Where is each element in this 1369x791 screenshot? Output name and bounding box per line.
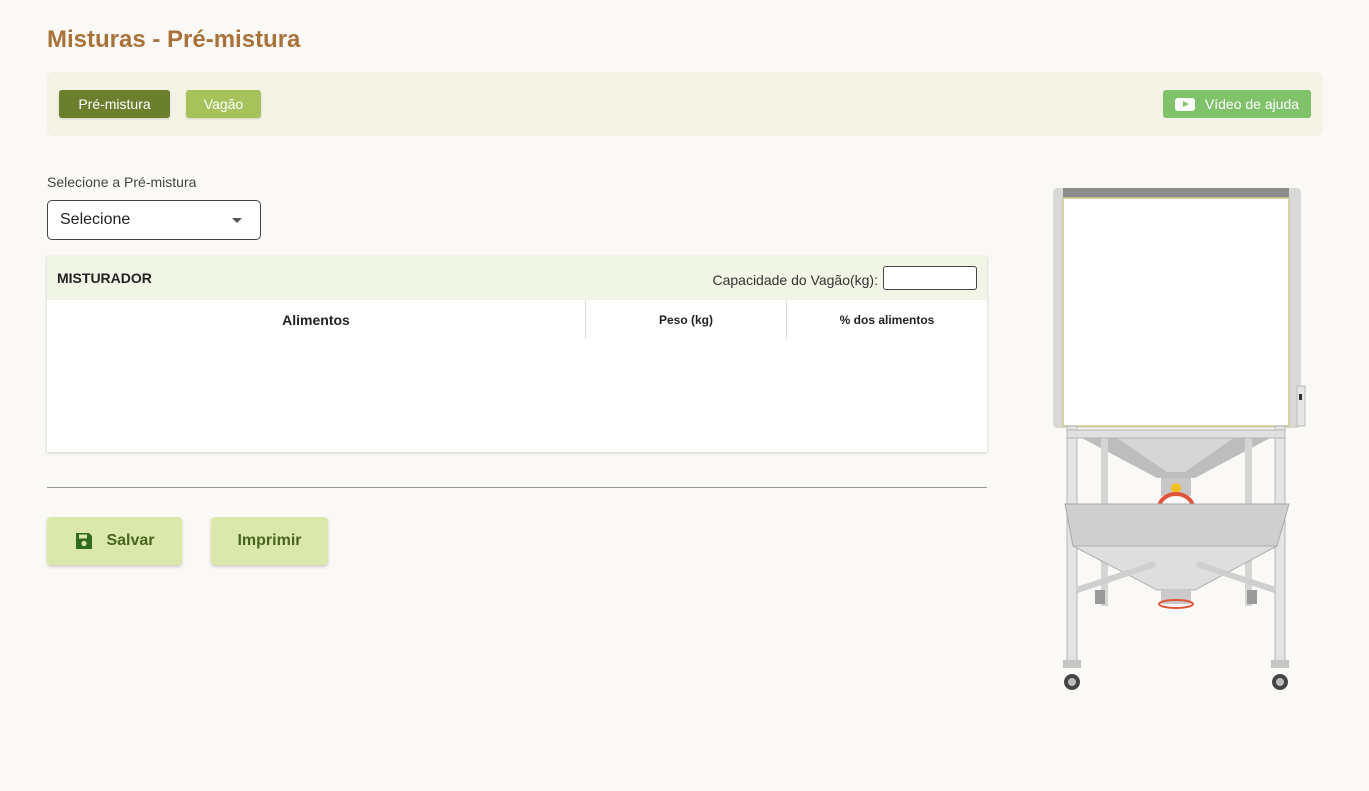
tab-bar: Pré-mistura Vagão Vídeo de ajuda [47,72,1323,136]
premix-select-label: Selecione a Pré-mistura [47,174,197,190]
mixer-title: MISTURADOR [57,270,152,286]
column-header-percentual: % dos alimentos [786,300,987,339]
tab-pre-mistura[interactable]: Pré-mistura [59,90,170,118]
capacity-label: Capacidade do Vagão(kg): [712,272,878,288]
print-button-label: Imprimir [237,532,302,549]
column-header-peso: Peso (kg) [585,300,786,339]
help-video-label: Vídeo de ajuda [1204,96,1300,112]
page-title: Misturas - Pré-mistura [47,26,301,53]
floppy-disk-icon [76,533,93,549]
save-button-label: Salvar [106,532,155,549]
capacity-input[interactable] [883,266,977,290]
chevron-down-icon [232,218,242,223]
section-divider [47,487,987,488]
mixer-header: MISTURADOR Capacidade do Vagão(kg): [47,256,987,300]
video-play-icon [1174,97,1195,111]
premix-select-value: Selecione [60,211,131,228]
mixer-table-card: MISTURADOR Capacidade do Vagão(kg): Alim… [47,256,987,452]
help-video-button[interactable]: Vídeo de ajuda [1163,90,1311,118]
premix-select[interactable]: Selecione [47,200,261,240]
save-button[interactable]: Salvar [47,517,182,565]
premix-mixer-machine-image [1053,188,1306,690]
column-header-alimentos: Alimentos [282,311,350,328]
print-button[interactable]: Imprimir [211,517,328,565]
tab-vagao[interactable]: Vagão [186,90,261,118]
